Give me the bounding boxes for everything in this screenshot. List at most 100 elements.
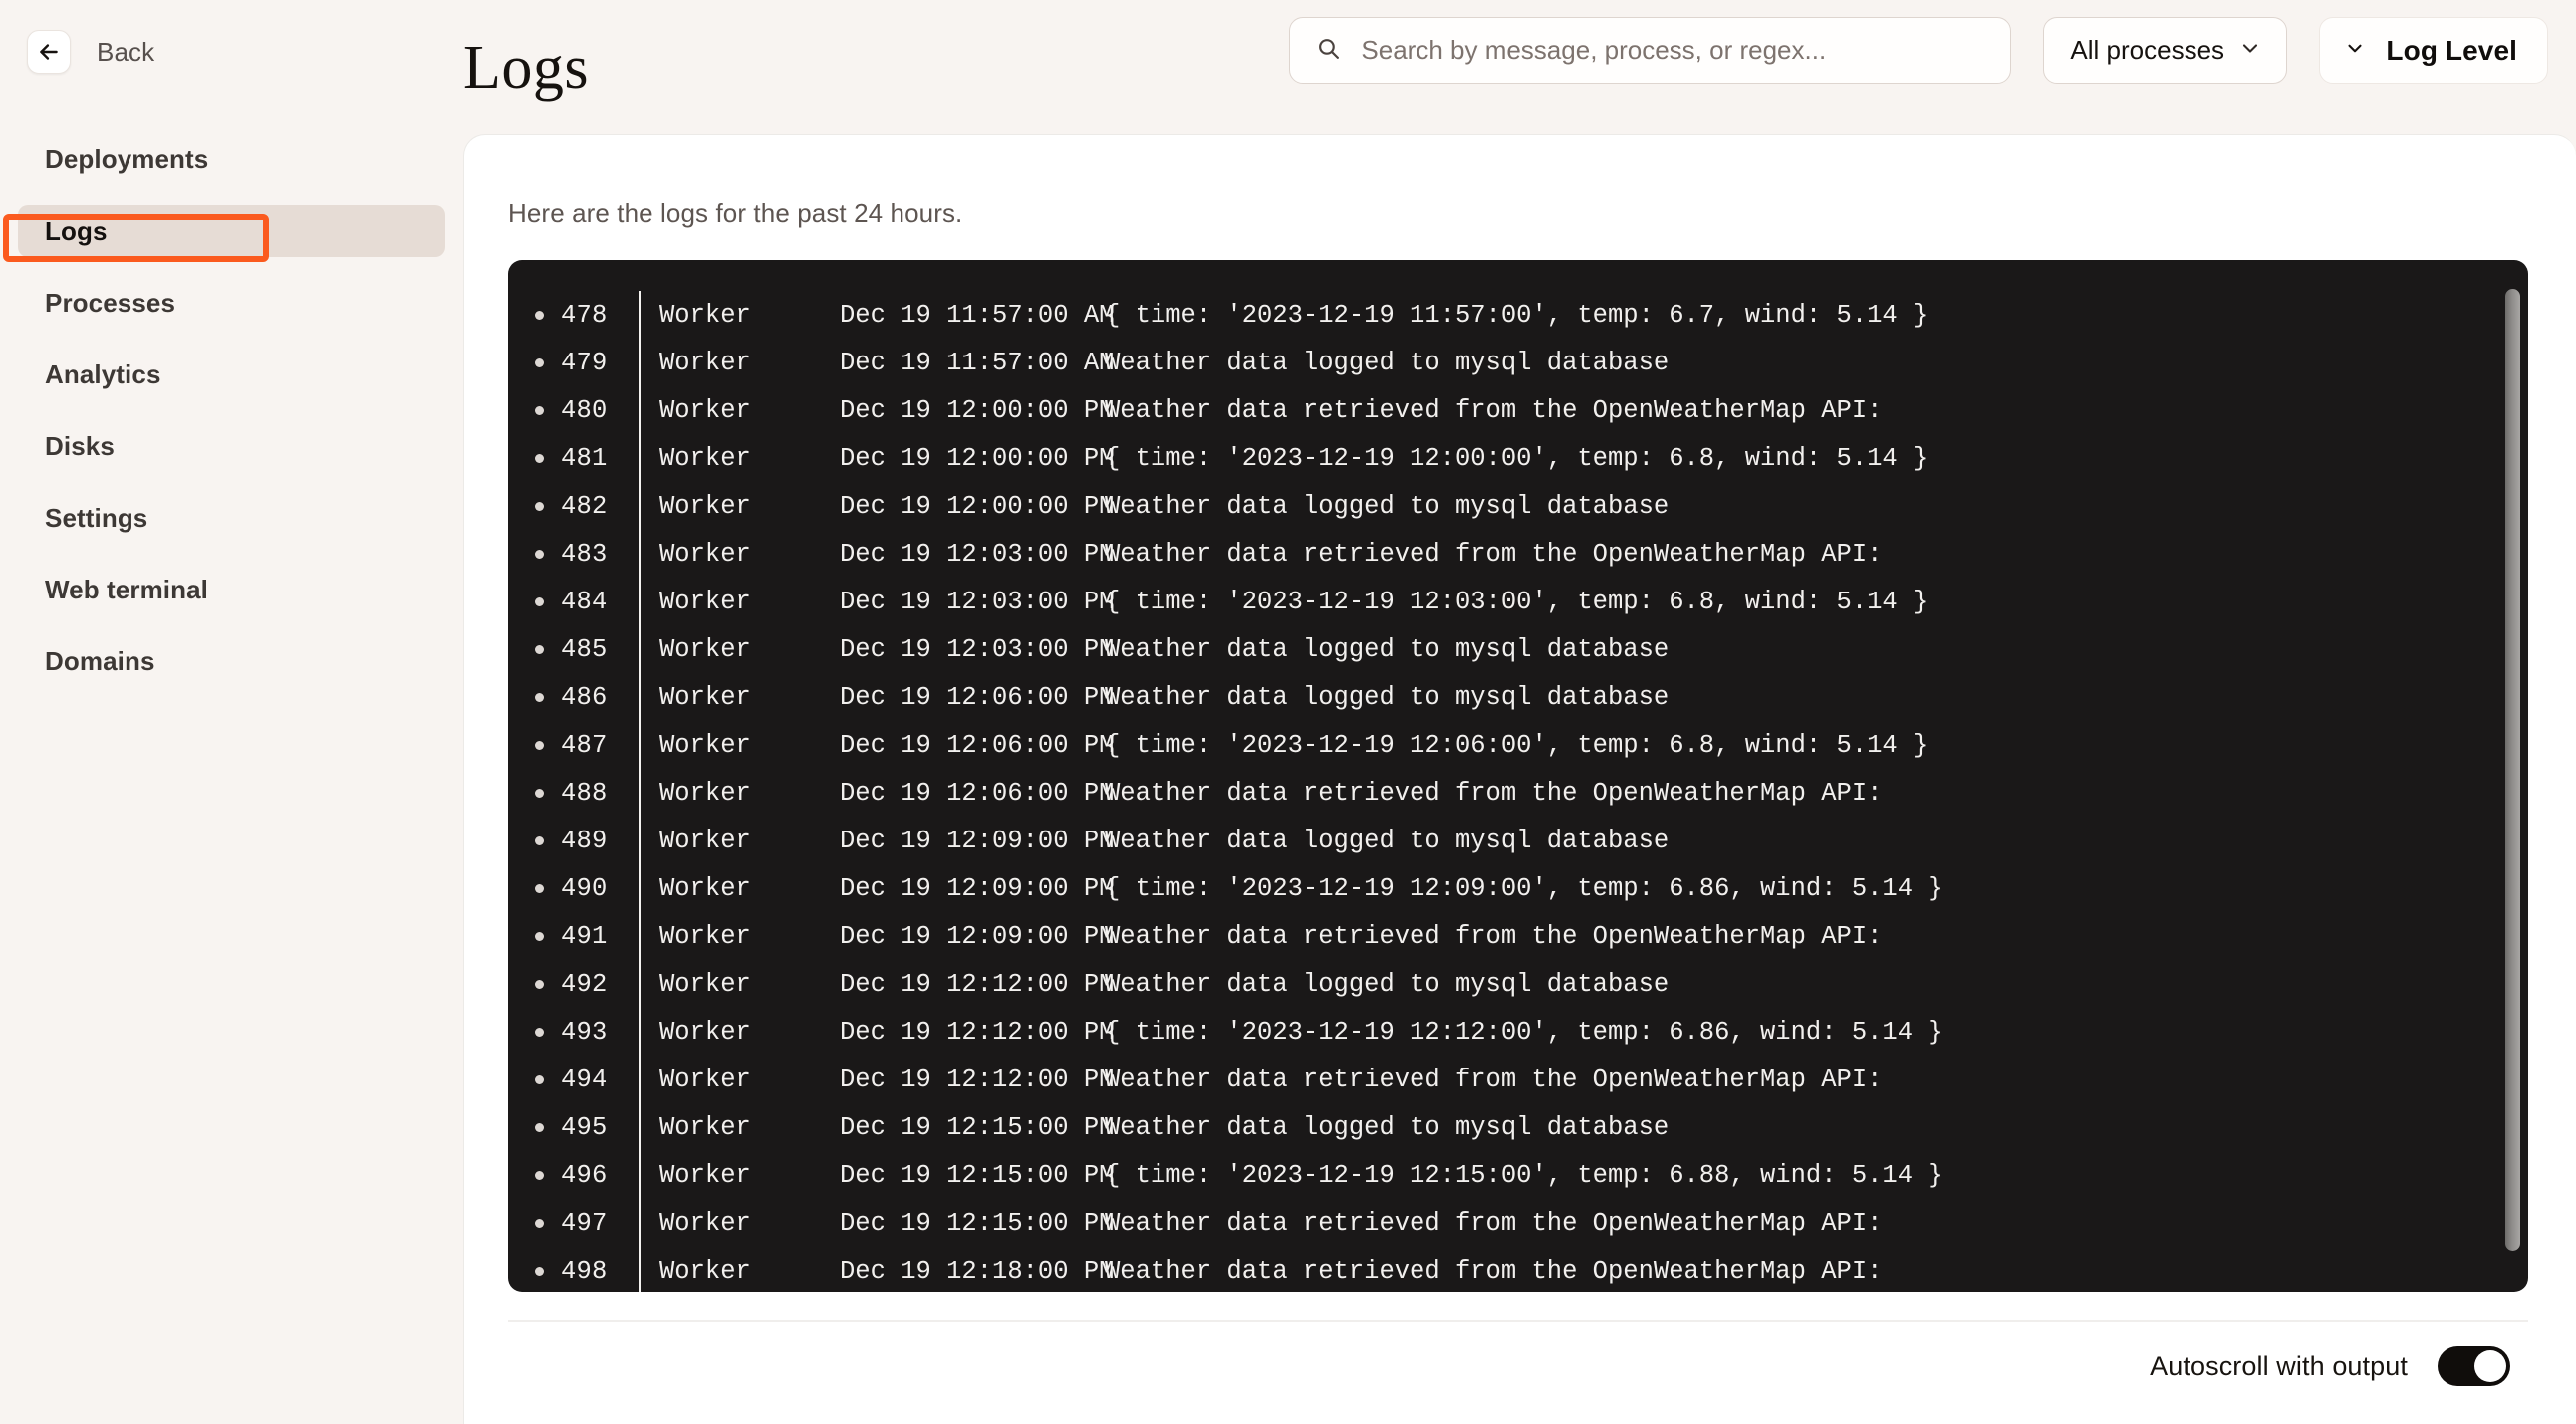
log-line-number: 482 xyxy=(508,492,639,521)
sidebar-item-label: Processes xyxy=(45,287,176,318)
back-button[interactable] xyxy=(27,30,71,74)
log-line: 483 Worker Dec 19 12:03:00 PM Weather data … xyxy=(508,530,2528,578)
log-message: Weather data retrieved from the OpenWeat… xyxy=(1105,921,1883,951)
log-line-number: 478 xyxy=(508,301,639,330)
sidebar-item-analytics[interactable]: Analytics xyxy=(18,349,445,400)
autoscroll-toggle[interactable] xyxy=(2438,1346,2510,1386)
sidebar-item-domains[interactable]: Domains xyxy=(18,635,445,687)
log-message: Weather data retrieved from the OpenWeat… xyxy=(1105,1256,1883,1286)
chevron-down-icon xyxy=(2238,36,2262,65)
log-line: 482 Worker Dec 19 12:00:00 PM Weather data … xyxy=(508,482,2528,530)
log-message: Weather data logged to mysql database xyxy=(1105,682,1670,712)
log-line: 497 Worker Dec 19 12:15:00 PM Weather data … xyxy=(508,1199,2528,1247)
process-filter-select[interactable]: All processes xyxy=(2043,17,2288,84)
log-line-number: 479 xyxy=(508,349,639,377)
log-level-label: Log Level xyxy=(2386,34,2517,66)
sidebar-item-web-terminal[interactable]: Web terminal xyxy=(18,564,445,615)
bullet-icon xyxy=(535,883,544,893)
log-process: Worker xyxy=(659,634,751,664)
bullet-icon xyxy=(535,1122,544,1132)
footer-divider xyxy=(508,1320,2528,1322)
log-process: Worker xyxy=(659,587,751,616)
bullet-icon xyxy=(535,549,544,559)
log-timestamp: Dec 19 12:12:00 PM xyxy=(840,1065,1115,1094)
bullet-icon xyxy=(535,1027,544,1037)
log-line-id: 493 xyxy=(561,1017,608,1047)
sidebar-item-logs[interactable]: Logs xyxy=(18,205,445,257)
log-message: { time: '2023-12-19 11:57:00', temp: 6.7… xyxy=(1105,300,1929,330)
search-input[interactable] xyxy=(1361,35,1985,66)
log-line: 480 Worker Dec 19 12:00:00 PM Weather data … xyxy=(508,386,2528,434)
log-line: 498 Worker Dec 19 12:18:00 PM Weather data … xyxy=(508,1247,2528,1292)
log-line-number: 490 xyxy=(508,874,639,903)
sidebar-nav: Deployments Logs Processes Analytics Dis… xyxy=(0,133,463,687)
sidebar-item-settings[interactable]: Settings xyxy=(18,492,445,544)
log-line-id: 489 xyxy=(561,826,608,855)
log-line: 488 Worker Dec 19 12:06:00 PM Weather data … xyxy=(508,769,2528,817)
log-process: Worker xyxy=(659,1017,751,1047)
sidebar-item-label: Domains xyxy=(45,645,155,676)
log-timestamp: Dec 19 12:03:00 PM xyxy=(840,634,1115,664)
sidebar-item-deployments[interactable]: Deployments xyxy=(18,133,445,185)
sidebar-item-disks[interactable]: Disks xyxy=(18,420,445,472)
log-scrollbar[interactable] xyxy=(2505,289,2520,1263)
log-line-number: 492 xyxy=(508,970,639,999)
log-line-id: 479 xyxy=(561,348,608,377)
log-line-number: 497 xyxy=(508,1209,639,1238)
log-line-number: 485 xyxy=(508,635,639,664)
back-label: Back xyxy=(97,36,155,67)
log-timestamp: Dec 19 12:09:00 PM xyxy=(840,921,1115,951)
log-line: 491 Worker Dec 19 12:09:00 PM Weather data … xyxy=(508,912,2528,960)
log-timestamp: Dec 19 12:00:00 PM xyxy=(840,443,1115,473)
log-timestamp: Dec 19 12:06:00 PM xyxy=(840,682,1115,712)
log-process: Worker xyxy=(659,1208,751,1238)
log-line-id: 486 xyxy=(561,682,608,712)
content-card: Here are the logs for the past 24 hours.… xyxy=(463,134,2576,1424)
log-line: 485 Worker Dec 19 12:03:00 PM Weather data … xyxy=(508,625,2528,673)
log-line-number: 491 xyxy=(508,922,639,951)
log-timestamp: Dec 19 12:12:00 PM xyxy=(840,1017,1115,1047)
intro-text: Here are the logs for the past 24 hours. xyxy=(508,198,963,228)
bullet-icon xyxy=(535,979,544,989)
log-line: 495 Worker Dec 19 12:15:00 PM Weather data … xyxy=(508,1103,2528,1151)
log-line: 486 Worker Dec 19 12:06:00 PM Weather data … xyxy=(508,673,2528,721)
log-line-number: 495 xyxy=(508,1113,639,1142)
logs-page: Back Deployments Logs Processes Analytic… xyxy=(0,0,2576,1424)
log-line-id: 481 xyxy=(561,443,608,473)
log-message: Weather data logged to mysql database xyxy=(1105,826,1670,855)
log-message: { time: '2023-12-19 12:06:00', temp: 6.8… xyxy=(1105,730,1929,760)
log-timestamp: Dec 19 12:06:00 PM xyxy=(840,730,1115,760)
log-line: 496 Worker Dec 19 12:15:00 PM{ time: '2023… xyxy=(508,1151,2528,1199)
log-process: Worker xyxy=(659,1112,751,1142)
log-line: 492 Worker Dec 19 12:12:00 PM Weather data … xyxy=(508,960,2528,1008)
back-navigation[interactable]: Back xyxy=(0,0,463,74)
log-line-id: 494 xyxy=(561,1065,608,1094)
search-box[interactable] xyxy=(1289,17,2012,84)
log-level-button[interactable]: Log Level xyxy=(2319,17,2548,84)
log-timestamp: Dec 19 12:00:00 PM xyxy=(840,395,1115,425)
log-scrollbar-thumb[interactable] xyxy=(2505,289,2520,1251)
bullet-icon xyxy=(535,644,544,654)
sidebar-item-label: Logs xyxy=(45,215,108,246)
sidebar: Back Deployments Logs Processes Analytic… xyxy=(0,0,463,1424)
sidebar-item-label: Analytics xyxy=(45,358,161,389)
log-line-number: 494 xyxy=(508,1066,639,1094)
log-process: Worker xyxy=(659,1256,751,1286)
log-line-number: 486 xyxy=(508,683,639,712)
sidebar-item-processes[interactable]: Processes xyxy=(18,277,445,329)
log-line: 478 Worker Dec 19 11:57:00 AM{ time: '2023… xyxy=(508,291,2528,339)
top-bar-controls: All processes Log Level xyxy=(1289,17,2548,84)
bullet-icon xyxy=(535,501,544,511)
log-process: Worker xyxy=(659,730,751,760)
log-message: { time: '2023-12-19 12:09:00', temp: 6.8… xyxy=(1105,873,1943,903)
bullet-icon xyxy=(535,835,544,845)
log-line: 487 Worker Dec 19 12:06:00 PM{ time: '2023… xyxy=(508,721,2528,769)
sidebar-item-label: Settings xyxy=(45,502,148,533)
log-line-id: 495 xyxy=(561,1112,608,1142)
log-line: 490 Worker Dec 19 12:09:00 PM{ time: '2023… xyxy=(508,864,2528,912)
log-process: Worker xyxy=(659,443,751,473)
arrow-left-icon xyxy=(36,39,62,65)
log-output-panel[interactable]: 478 Worker Dec 19 11:57:00 AM{ time: '2023… xyxy=(508,260,2528,1292)
bullet-icon xyxy=(535,310,544,320)
log-timestamp: Dec 19 12:15:00 PM xyxy=(840,1208,1115,1238)
